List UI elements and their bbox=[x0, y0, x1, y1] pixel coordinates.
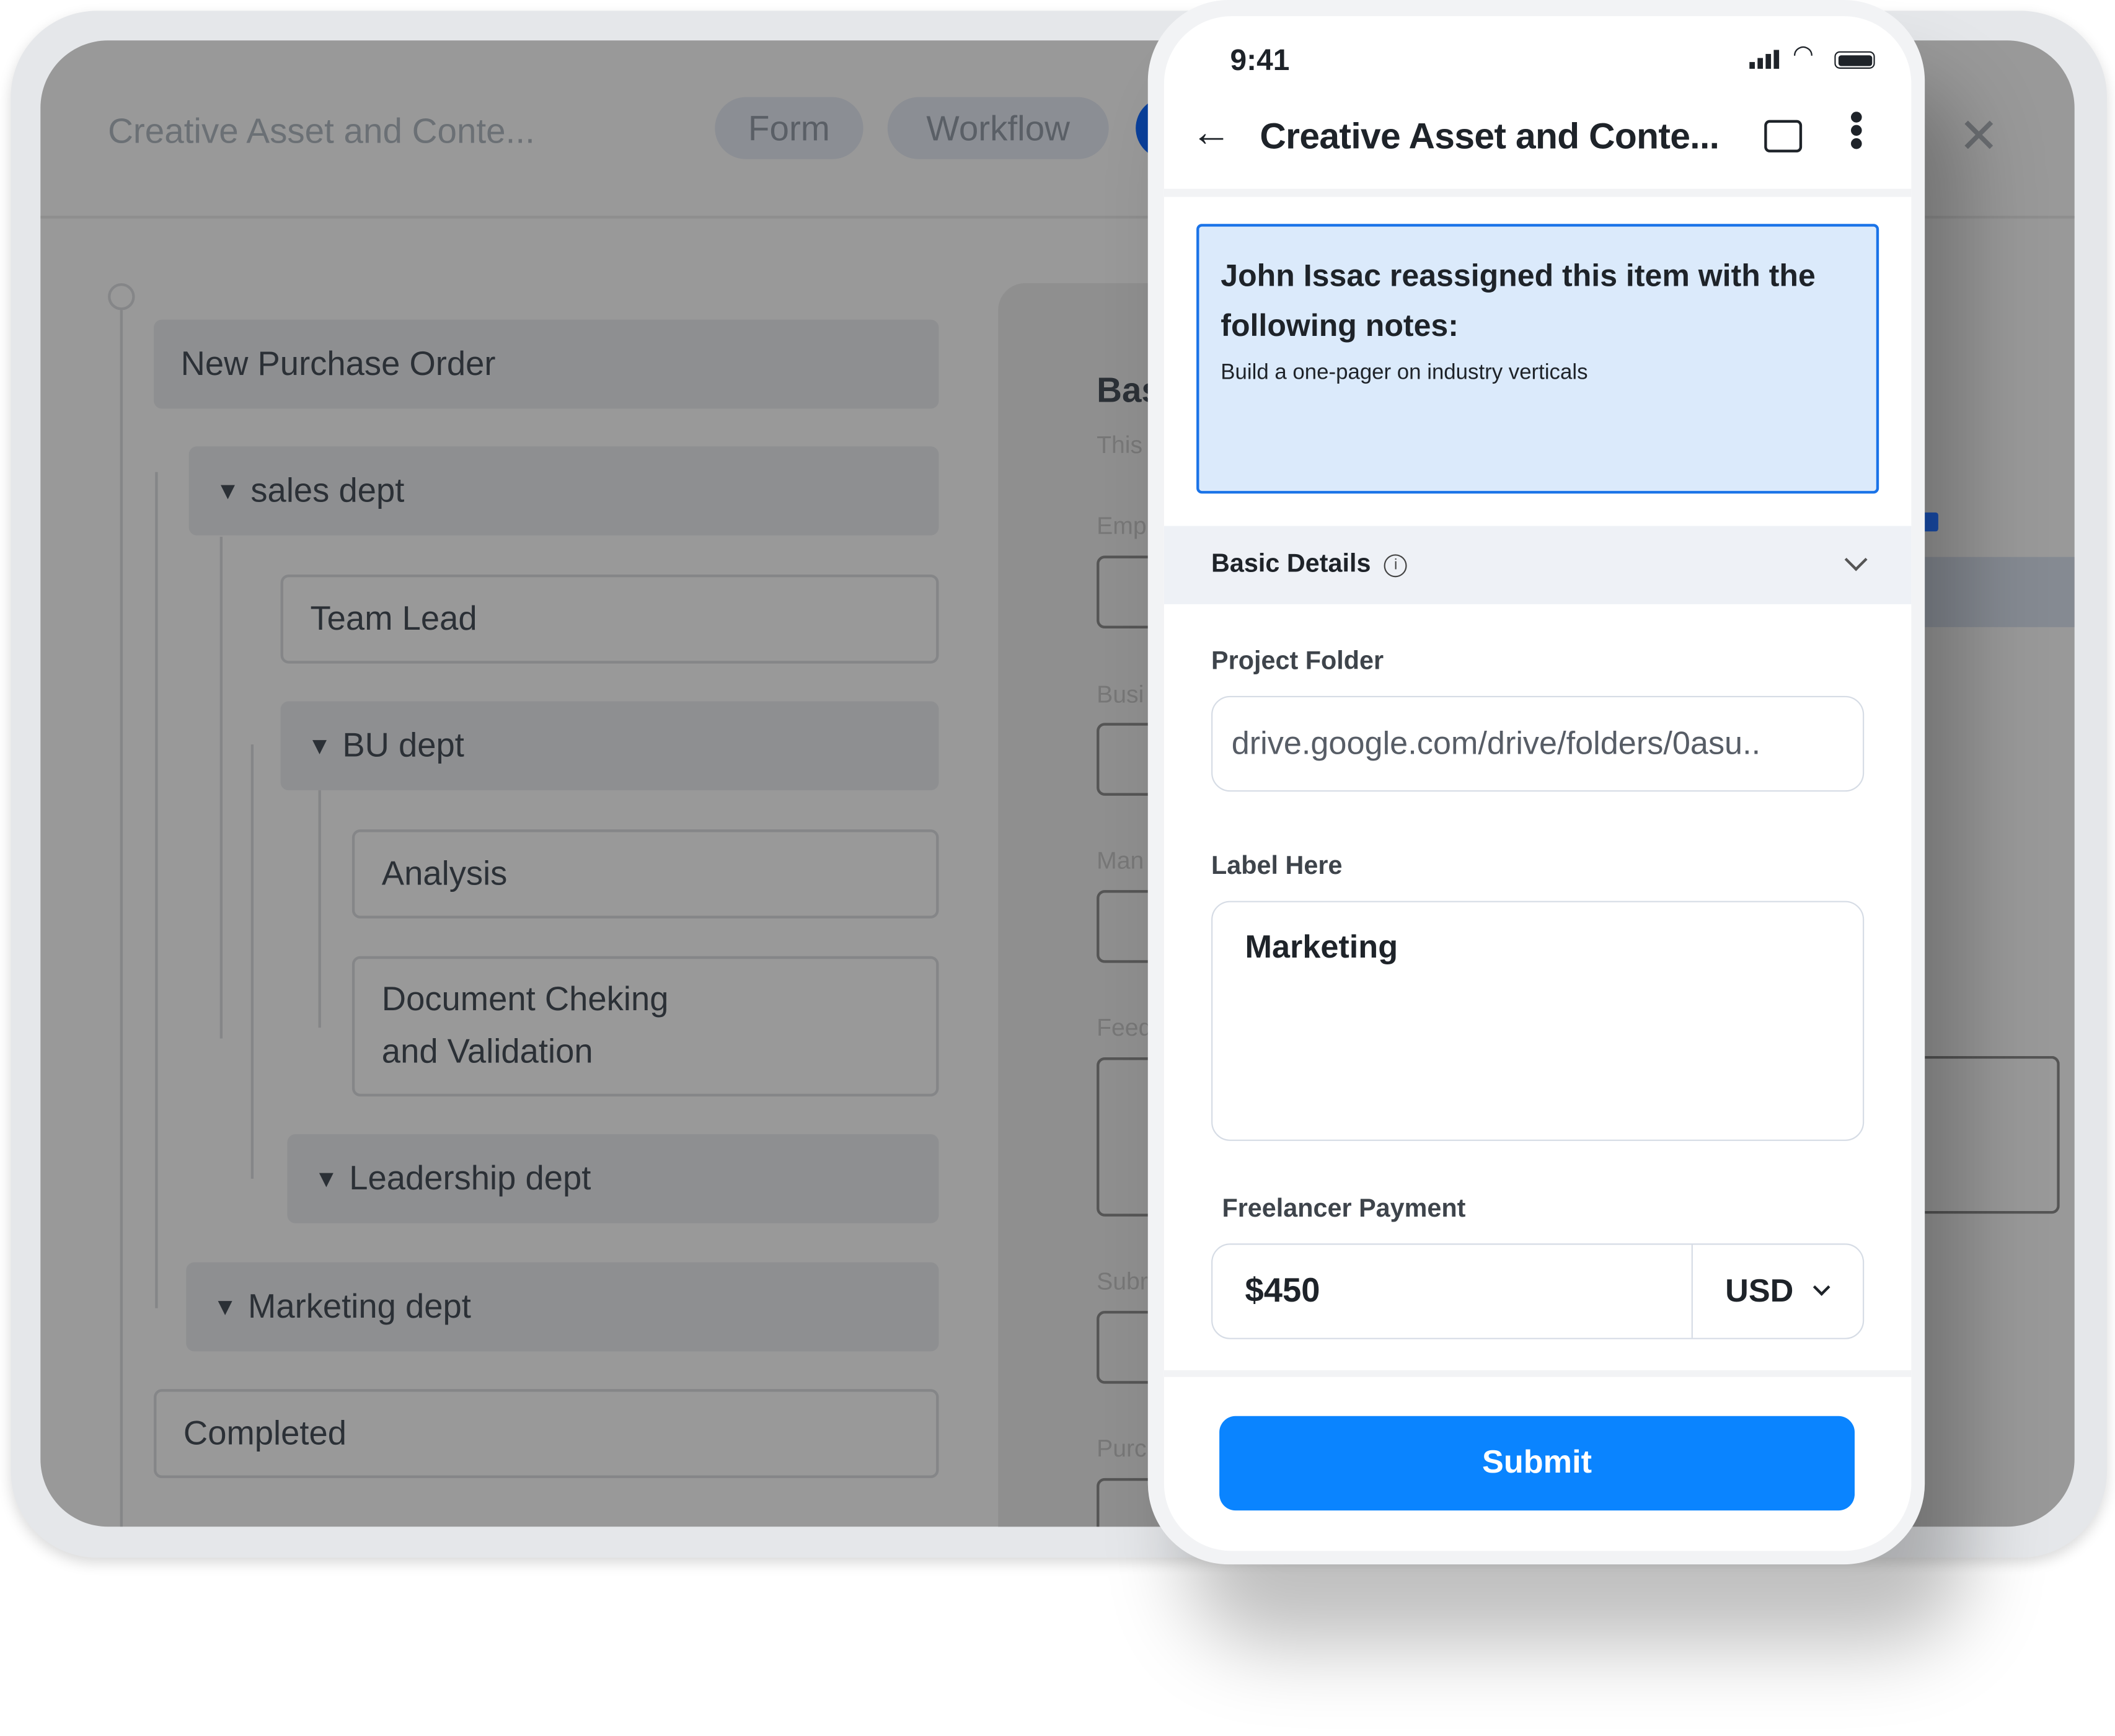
node-label: Team Lead bbox=[310, 599, 477, 638]
node-label: Marketing dept bbox=[248, 1287, 471, 1325]
battery-icon bbox=[1834, 51, 1875, 69]
reassign-notes: John Issac reassigned this item with the… bbox=[1196, 224, 1879, 494]
field-label: Purc bbox=[1097, 1435, 1147, 1462]
tree-line bbox=[250, 744, 254, 1179]
tree-line bbox=[120, 310, 123, 1527]
info-icon[interactable]: i bbox=[1384, 553, 1408, 577]
tree-line bbox=[155, 472, 158, 1308]
submit-button[interactable]: Submit bbox=[1219, 1416, 1855, 1511]
header-divider bbox=[1163, 188, 1912, 197]
tab-workflow[interactable]: Workflow bbox=[887, 97, 1109, 159]
node-label: Analysis bbox=[381, 854, 508, 892]
node-label: BU dept bbox=[342, 726, 464, 764]
notes-body: Build a one-pager on industry verticals bbox=[1221, 361, 1588, 385]
phone-mockup: 9:41 ◠ ← Creative Asset and Conte... •••… bbox=[1147, 0, 1925, 1565]
caret-down-icon[interactable]: ▼ bbox=[216, 477, 240, 505]
page-title: Creative Asset and Conte... bbox=[1260, 116, 1720, 157]
section-title: Basic Details bbox=[1211, 550, 1371, 579]
node-label: sales dept bbox=[250, 471, 405, 509]
signal-icon bbox=[1749, 50, 1780, 69]
footer-divider bbox=[1163, 1370, 1912, 1377]
app-title: Creative Asset and Conte... bbox=[108, 110, 535, 151]
section-basic-details[interactable]: Basic Details i bbox=[1163, 526, 1912, 604]
close-icon[interactable]: ✕ bbox=[1959, 108, 2000, 164]
payment-field: $450 USD bbox=[1211, 1243, 1865, 1339]
tree-node[interactable]: Analysis bbox=[351, 829, 939, 919]
caret-down-icon[interactable]: ▼ bbox=[213, 1293, 237, 1321]
node-label: Document Cheking and Validation bbox=[381, 980, 669, 1071]
field-label: Emp bbox=[1097, 512, 1147, 540]
node-label: New Purchase Order bbox=[180, 344, 496, 382]
more-menu-icon[interactable]: ••• bbox=[1836, 110, 1878, 150]
tree-node[interactable]: Document Cheking and Validation bbox=[351, 956, 939, 1097]
phone-screen: 9:41 ◠ ← Creative Asset and Conte... •••… bbox=[1163, 16, 1912, 1551]
tree-node[interactable]: Team Lead bbox=[280, 574, 939, 664]
comment-icon[interactable] bbox=[1764, 120, 1803, 152]
wifi-icon: ◠ bbox=[1792, 40, 1814, 68]
field-label: Man bbox=[1097, 847, 1144, 875]
currency-select[interactable]: USD bbox=[1691, 1245, 1863, 1338]
tree-node[interactable]: ▼ Marketing dept bbox=[186, 1262, 939, 1352]
field-input[interactable] bbox=[1925, 1055, 2060, 1214]
start-node-icon bbox=[108, 283, 135, 311]
field-label: Busi bbox=[1097, 681, 1144, 708]
caret-down-icon[interactable]: ▼ bbox=[314, 1165, 338, 1193]
node-label: Leadership dept bbox=[349, 1159, 591, 1197]
project-folder-label: Project Folder bbox=[1211, 647, 1384, 676]
label-here-textarea[interactable]: Marketing bbox=[1211, 901, 1865, 1141]
tree-node[interactable]: New Purchase Order bbox=[154, 319, 939, 409]
amount-input[interactable]: $450 bbox=[1212, 1245, 1691, 1337]
currency-value: USD bbox=[1725, 1272, 1794, 1309]
panel-subtitle: This bbox=[1097, 431, 1143, 459]
tree-node[interactable]: ▼ sales dept bbox=[188, 446, 939, 535]
tab-form[interactable]: Form bbox=[715, 97, 863, 159]
node-label: Completed bbox=[183, 1414, 347, 1452]
table-header bbox=[1925, 557, 2075, 627]
chevron-down-icon bbox=[1813, 1279, 1830, 1296]
status-time: 9:41 bbox=[1230, 43, 1290, 77]
back-arrow-icon[interactable]: ← bbox=[1191, 113, 1231, 154]
label-here-label: Label Here bbox=[1211, 852, 1343, 881]
field-label: Subr bbox=[1097, 1267, 1148, 1295]
tree-line bbox=[318, 790, 321, 1028]
tree-node[interactable]: ▼ BU dept bbox=[280, 701, 939, 791]
project-folder-input[interactable]: drive.google.com/drive/folders/0asu.. bbox=[1211, 695, 1865, 792]
caret-down-icon[interactable]: ▼ bbox=[307, 731, 332, 760]
chevron-down-icon[interactable] bbox=[1844, 548, 1868, 571]
tree-line bbox=[219, 537, 223, 1039]
freelancer-payment-label: Freelancer Payment bbox=[1222, 1194, 1466, 1223]
tree-node[interactable]: Completed bbox=[154, 1389, 939, 1478]
tree-node[interactable]: ▼ Leadership dept bbox=[287, 1134, 939, 1223]
notes-heading: John Issac reassigned this item with the… bbox=[1221, 257, 1816, 343]
field-label: Feed bbox=[1097, 1014, 1152, 1041]
